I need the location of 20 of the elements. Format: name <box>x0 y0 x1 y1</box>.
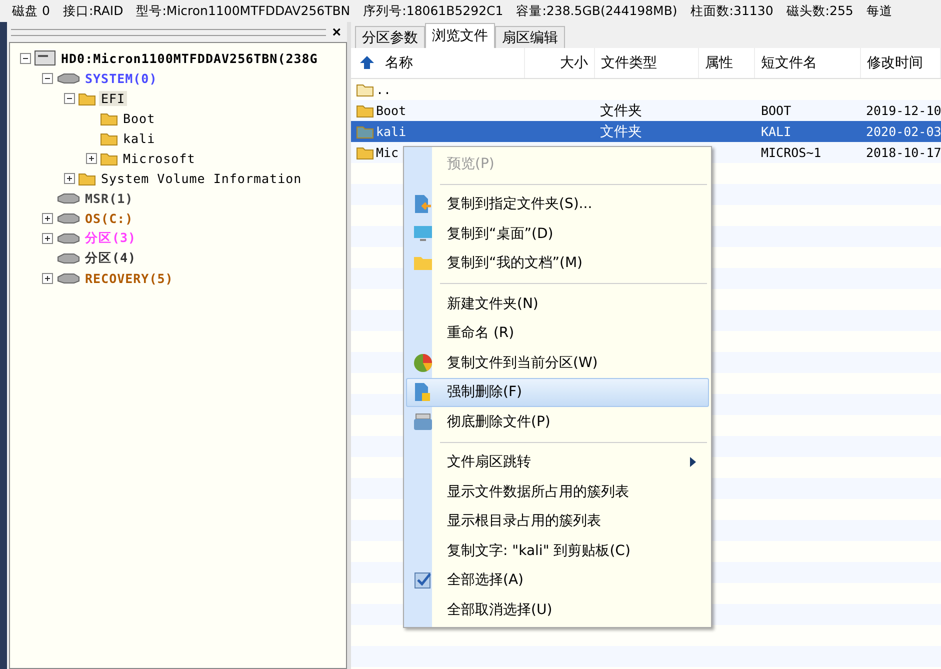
short-file-name: MICROS~1 <box>761 144 822 160</box>
disk-info-text: 容量:238.5GB(244198MB) <box>516 2 678 20</box>
file-type: 文件夹 <box>600 124 642 140</box>
disk-info-text: 接口:RAID <box>62 2 124 20</box>
file-name: kali <box>376 124 406 139</box>
disk-info-text: 型号:Micron1100MTFDDAV256TBN <box>136 2 350 20</box>
disk-info-text: 序列号:18061B5292C1 <box>363 2 504 20</box>
disk-info-text: 磁盘 0 <box>12 2 50 20</box>
file-type: 文件夹 <box>600 102 642 118</box>
short-file-name: BOOT <box>761 102 792 118</box>
modified-time: 2018-10-17 <box>866 144 941 160</box>
file-name: Boot <box>376 103 406 118</box>
file-name: .. <box>376 82 392 97</box>
disk-info-text: 每道 <box>866 2 892 20</box>
disk-info-text: 柱面数:31130 <box>690 2 774 20</box>
short-file-name: KALI <box>761 124 792 138</box>
file-name: Mic <box>376 145 399 160</box>
modified-time: 2020-02-03 <box>866 124 941 138</box>
disk-info-text: 磁头数:255 <box>786 2 854 20</box>
modified-time: 2019-12-10 <box>866 102 941 118</box>
